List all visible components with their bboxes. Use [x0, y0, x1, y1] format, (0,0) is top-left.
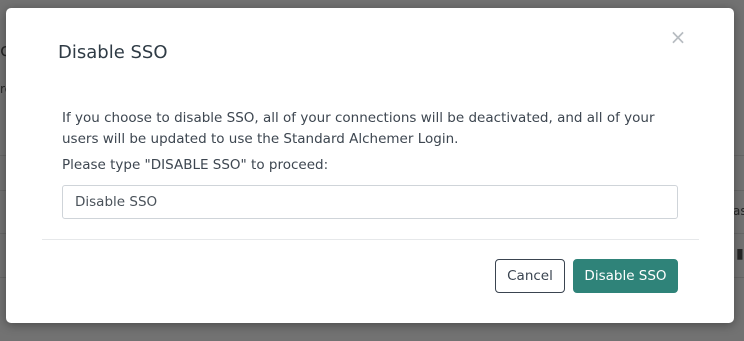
modal-footer-divider [42, 239, 699, 240]
close-icon[interactable]: × [668, 26, 688, 48]
disable-sso-button[interactable]: Disable SSO [573, 259, 678, 293]
confirm-prompt-label: Please type "DISABLE SSO" to proceed: [62, 157, 329, 173]
modal-title: Disable SSO [58, 42, 168, 63]
modal-description: If you choose to disable SSO, all of you… [62, 110, 655, 147]
background-text-fragment: as [733, 204, 744, 218]
background-text-fragment: ▮ [736, 246, 744, 262]
disable-sso-modal: Disable SSO × If you choose to disable S… [6, 8, 734, 323]
confirm-text-input[interactable] [62, 185, 678, 219]
cancel-button[interactable]: Cancel [495, 259, 565, 293]
